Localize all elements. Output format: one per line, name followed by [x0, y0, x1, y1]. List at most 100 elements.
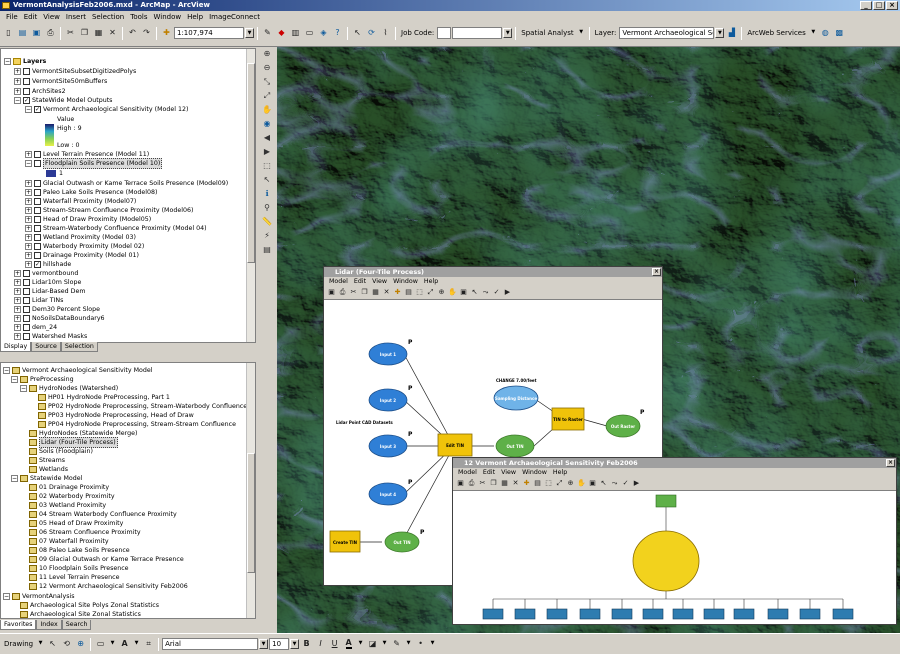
model-tool[interactable]: 10 Floodplain Soils Presence [29, 564, 129, 573]
toc-layer[interactable]: + Stream-Waterbody Confluence Proximity (… [25, 224, 207, 233]
toolset[interactable]: − HydroNodes (Watershed) [20, 384, 118, 393]
toc-layer[interactable]: + Lidar-Based Dem [14, 287, 86, 296]
toc-layer[interactable]: + Waterfall Proximity (Model07) [25, 197, 136, 206]
shape-dropdown-icon[interactable]: ▼ [108, 639, 117, 649]
marker-color-icon[interactable]: • [414, 638, 427, 651]
toc-group[interactable]: − ✓ StateWide Model Outputs [14, 96, 112, 105]
menu-file[interactable]: File [3, 13, 21, 21]
toolbox-scroll-thumb[interactable] [247, 453, 255, 573]
proximity-input-node[interactable] [642, 608, 664, 620]
toc-layer[interactable]: + Stream-Stream Confluence Proximity (Mod… [25, 206, 193, 215]
run-icon[interactable]: ▶ [631, 478, 642, 489]
drawing-menu[interactable]: Drawing [2, 640, 35, 648]
proximity-input-node[interactable] [672, 608, 694, 620]
font-name-dropdown[interactable]: ▼ [259, 639, 269, 649]
cut-icon[interactable]: ✂ [348, 287, 359, 298]
zoom-in-icon[interactable]: ⊕ [436, 287, 447, 298]
job-code-dropdown[interactable]: ▼ [503, 28, 513, 38]
scale-field[interactable]: 1:107,974 [174, 27, 244, 39]
validate-icon[interactable]: ✓ [620, 478, 631, 489]
select-features-icon[interactable]: ⬚ [261, 159, 274, 172]
font-color-icon[interactable]: A [342, 638, 355, 651]
model-tool[interactable]: 07 Waterfall Proximity [29, 537, 109, 546]
proximity-input-node[interactable] [514, 608, 536, 620]
previous-extent-icon[interactable]: ◀ [261, 131, 274, 144]
find-icon[interactable]: ⚲ [261, 201, 274, 214]
model-tool[interactable]: Soils (Floodplain) [29, 447, 93, 456]
toc-layer[interactable]: + VermontSiteSubsetDigitizedPolys [14, 67, 136, 76]
tab-favorites[interactable]: Favorites [0, 620, 37, 630]
toolbox-root[interactable]: − Vermont Archaeological Sensitivity Mode… [3, 366, 153, 375]
model-tool[interactable]: 01 Drainage Proximity [29, 483, 109, 492]
job-code-combo[interactable] [452, 27, 503, 39]
validate-icon[interactable]: ✓ [491, 287, 502, 298]
model-tool[interactable]: 04 Stream Waterbody Confluence Proximity [29, 510, 177, 519]
pan-icon[interactable]: ✋ [261, 103, 274, 116]
model-tool[interactable]: HP01 HydroNode PreProcessing, Part 1 [38, 393, 170, 402]
arctoolbox-icon[interactable]: ◆ [275, 27, 288, 40]
copy-icon[interactable]: ❐ [359, 287, 370, 298]
select-icon[interactable]: ↖ [598, 478, 609, 489]
save-icon[interactable]: ▣ [30, 27, 43, 40]
hyperlink-icon[interactable]: ⚡ [261, 229, 274, 242]
histogram-icon[interactable]: ▟ [725, 27, 738, 40]
font-name-combo[interactable]: Arial [162, 638, 259, 650]
new-icon[interactable]: ▯ [2, 27, 15, 40]
proximity-input-node[interactable] [579, 608, 601, 620]
map-web-icon[interactable]: ▩ [833, 27, 846, 40]
job-code-field[interactable] [437, 27, 452, 39]
spatial-analyst-dropdown-icon[interactable]: ▼ [577, 28, 586, 38]
auto-layout-icon[interactable]: ▤ [532, 478, 543, 489]
add-data-icon[interactable]: ✚ [392, 287, 403, 298]
font-size-dropdown[interactable]: ▼ [290, 639, 300, 649]
toc-layer[interactable]: + NoSoilsDataBoundary6 [14, 314, 105, 323]
cut-icon[interactable]: ✂ [64, 27, 77, 40]
open-icon[interactable]: ▤ [16, 27, 29, 40]
select-elements-icon[interactable]: ↖ [261, 173, 274, 186]
menu-insert[interactable]: Insert [63, 13, 89, 21]
menu-help[interactable]: Help [184, 13, 206, 21]
scale-dropdown[interactable]: ▼ [245, 28, 254, 38]
output-sensitivity-node[interactable] [655, 494, 677, 508]
save-icon[interactable]: ▣ [455, 478, 466, 489]
toc-layer[interactable]: + Watershed Masks [14, 332, 87, 341]
full-extent-icon[interactable]: ⬚ [543, 478, 554, 489]
tab-index[interactable]: Index [36, 620, 62, 630]
redo-icon[interactable]: ↷ [140, 27, 153, 40]
menu-selection[interactable]: Selection [89, 13, 127, 21]
identify-icon[interactable]: ℹ [261, 187, 274, 200]
toc-layer[interactable]: + Lidar TINs [14, 296, 63, 305]
zoom-out-icon[interactable]: ⊖ [261, 61, 274, 74]
model-tool[interactable]: 12 Vermont Archaeological Sensitivity Fe… [29, 582, 188, 591]
cut-icon[interactable]: ✂ [477, 478, 488, 489]
model-tool[interactable]: 05 Head of Draw Proximity [29, 519, 123, 528]
overview-icon[interactable]: ▣ [587, 478, 598, 489]
text-icon[interactable]: A [118, 638, 131, 651]
lidar-menu-help[interactable]: Help [421, 277, 441, 286]
select-icon[interactable]: ↖ [469, 287, 480, 298]
editor-icon[interactable]: ✎ [261, 27, 274, 40]
add-data-icon[interactable]: ✚ [521, 478, 532, 489]
delete-icon[interactable]: ✕ [510, 478, 521, 489]
toc-layer[interactable]: + Waterbody Proximity (Model 02) [25, 242, 144, 251]
tab-source[interactable]: Source [31, 342, 61, 352]
model-tool[interactable]: 02 Waterbody Proximity [29, 492, 115, 501]
lidar-menu-view[interactable]: View [369, 277, 390, 286]
model-tool-selected[interactable]: Lidar (Four-Tile Process) [29, 437, 118, 448]
toc-layer[interactable]: + Dem30 Percent Slope [14, 305, 100, 314]
menu-edit[interactable]: Edit [21, 13, 41, 21]
menu-imageconnect[interactable]: ImageConnect [206, 13, 263, 21]
copy-icon[interactable]: ❐ [488, 478, 499, 489]
layer-combo[interactable]: Vermont Archaeological Sensitivity [619, 27, 715, 39]
proximity-input-node[interactable] [703, 608, 725, 620]
undo-icon[interactable]: ↶ [126, 27, 139, 40]
model-tool[interactable]: PP04 HydroNode Preprocessing, Stream-Str… [38, 420, 236, 429]
arcweb-dropdown-icon[interactable]: ▼ [809, 28, 818, 38]
toc-layer[interactable]: + Wetland Proximity (Model 03) [25, 233, 136, 242]
toc-layer[interactable]: + ✓ hillshade [25, 260, 71, 269]
delete-icon[interactable]: ✕ [106, 27, 119, 40]
toc-layer[interactable]: + Head of Draw Proximity (Model05) [25, 215, 151, 224]
proximity-input-node[interactable] [799, 608, 821, 620]
toc-layer[interactable]: + Paleo Lake Soils Presence (Model08) [25, 188, 157, 197]
font-color-dropdown-icon[interactable]: ▼ [356, 639, 365, 649]
